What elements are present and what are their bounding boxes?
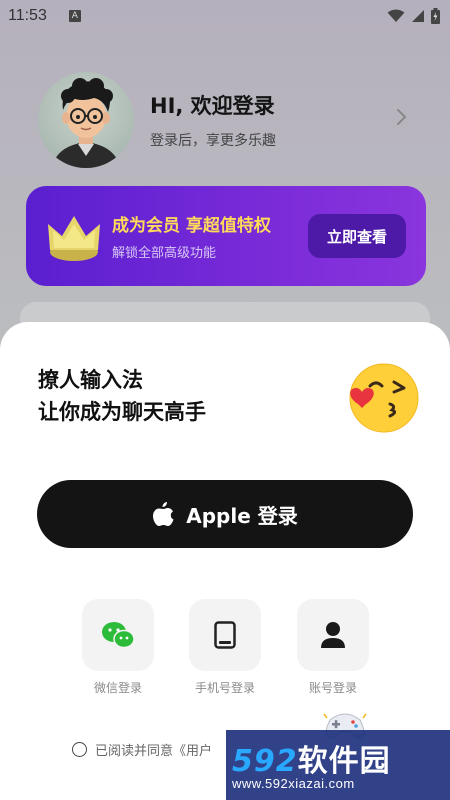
- sheet-title: 撩人输入法 让你成为聊天高手: [38, 364, 206, 428]
- phone-icon: [214, 621, 236, 649]
- wechat-login-label: 微信登录: [93, 681, 142, 695]
- sheet-title-line2: 让你成为聊天高手: [38, 400, 206, 424]
- agreement-radio[interactable]: [72, 742, 87, 757]
- apple-login-label: Apple 登录: [186, 503, 298, 528]
- agreement-text: 已阅读并同意《用户: [95, 744, 213, 759]
- phone-login-option[interactable]: 手机号登录: [189, 599, 261, 696]
- watermark-url: www.592xiazai.com: [232, 776, 355, 791]
- wechat-icon: [102, 622, 135, 649]
- avatar[interactable]: [38, 72, 134, 168]
- signal-icon: [412, 10, 424, 22]
- login-sheet: 撩人输入法 让你成为聊天高手 Apple 登录 微信登录 手机号登录 账号登录 …: [0, 322, 450, 800]
- account-login-option[interactable]: 账号登录: [297, 599, 369, 696]
- status-time: 11:53: [8, 7, 47, 24]
- status-bar: 11:53 A: [0, 0, 450, 32]
- vip-text: 成为会员 享超值特权 解锁全部高级功能: [112, 211, 271, 261]
- wechat-login-button[interactable]: [82, 599, 154, 671]
- phone-login-button[interactable]: [189, 599, 261, 671]
- wechat-login-option[interactable]: 微信登录: [82, 599, 154, 696]
- watermark: 592软件园 www.592xiazai.com: [226, 730, 450, 800]
- watermark-number: 592: [232, 744, 298, 779]
- kiss-emoji-icon: [349, 363, 419, 433]
- phone-login-label: 手机号登录: [194, 681, 255, 695]
- avatar-image: [52, 78, 120, 168]
- user-icon: [321, 622, 345, 648]
- watermark-brand-text: 软件园: [297, 744, 391, 779]
- profile-header[interactable]: HI, 欢迎登录 登录后，享更多乐趣: [38, 70, 418, 170]
- profile-title: HI, 欢迎登录: [150, 94, 275, 118]
- apple-icon: [153, 502, 174, 526]
- account-login-button[interactable]: [297, 599, 369, 671]
- status-icons: [387, 8, 440, 24]
- profile-text: HI, 欢迎登录 登录后，享更多乐趣: [150, 90, 418, 150]
- profile-subtitle: 登录后，享更多乐趣: [150, 133, 276, 149]
- sheet-title-line1: 撩人输入法: [38, 368, 143, 392]
- battery-icon: [431, 8, 440, 24]
- chevron-right-icon[interactable]: [396, 108, 408, 126]
- watermark-brand: 592软件园: [232, 736, 391, 780]
- vip-title: 成为会员 享超值特权: [112, 216, 271, 236]
- apple-login-button[interactable]: Apple 登录: [37, 480, 413, 548]
- vip-view-button[interactable]: 立即查看: [308, 214, 406, 258]
- wifi-icon: [387, 9, 405, 22]
- account-login-label: 账号登录: [308, 681, 357, 695]
- vip-subtitle: 解锁全部高级功能: [112, 246, 217, 261]
- agreement-row[interactable]: 已阅读并同意《用户: [72, 740, 212, 759]
- vip-banner[interactable]: 成为会员 享超值特权 解锁全部高级功能 立即查看: [26, 186, 426, 286]
- notification-a-icon: A: [68, 10, 81, 22]
- crown-icon: [48, 216, 100, 261]
